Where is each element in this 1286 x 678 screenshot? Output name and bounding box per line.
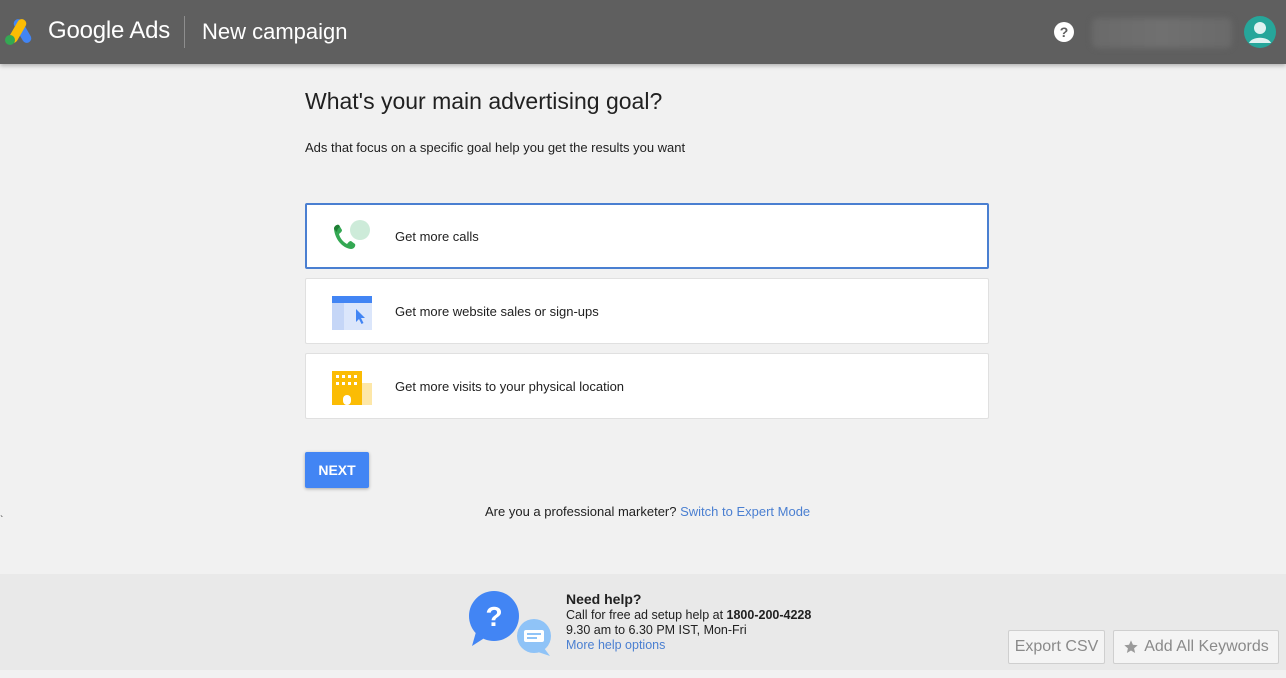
add-all-keywords-button[interactable]: Add All Keywords <box>1113 630 1279 664</box>
brand-name[interactable]: Google Ads <box>48 17 170 45</box>
help-chat-icon: ? <box>469 591 551 656</box>
google-ads-logo-icon[interactable] <box>4 18 36 46</box>
goal-option-store-visits[interactable]: Get more visits to your physical locatio… <box>305 353 989 419</box>
top-app-bar: Google Ads New campaign ? <box>0 0 1286 64</box>
export-csv-button[interactable]: Export CSV <box>1008 630 1105 664</box>
goal-option-calls[interactable]: Get more calls <box>305 203 989 269</box>
goal-subheading: Ads that focus on a specific goal help y… <box>305 140 686 155</box>
page-title: New campaign <box>202 19 348 44</box>
star-icon <box>1124 640 1138 653</box>
account-email-blurred[interactable] <box>1092 18 1232 48</box>
goal-label: Get more calls <box>395 229 479 244</box>
next-button[interactable]: NEXT <box>305 452 369 488</box>
help-phone-number: 1800-200-4228 <box>726 608 812 622</box>
stray-mark: ` <box>0 515 4 526</box>
svg-text:?: ? <box>1060 24 1069 40</box>
website-icon <box>332 296 372 330</box>
switch-to-expert-mode-link[interactable]: Switch to Expert Mode <box>680 504 810 519</box>
account-avatar-icon[interactable] <box>1244 16 1276 48</box>
storefront-icon <box>332 371 372 405</box>
call-help-text: Call for free ad setup help at <box>566 608 724 622</box>
help-circle-icon[interactable]: ? <box>1053 21 1075 43</box>
more-help-options-link[interactable]: More help options <box>566 638 665 652</box>
add-all-keywords-label: Add All Keywords <box>1144 638 1269 655</box>
help-hours: 9.30 am to 6.30 PM IST, Mon-Fri <box>566 623 747 637</box>
expert-mode-line: Are you a professional marketer? Switch … <box>485 504 810 519</box>
call-help-line: Call for free ad setup help at 1800-200-… <box>566 608 811 622</box>
phone-call-icon <box>334 220 370 249</box>
header-divider <box>184 16 185 48</box>
goal-option-website[interactable]: Get more website sales or sign-ups <box>305 278 989 344</box>
goal-label: Get more visits to your physical locatio… <box>395 379 625 394</box>
goal-heading: What's your main advertising goal? <box>305 88 663 114</box>
need-help-title: Need help? <box>566 591 642 607</box>
svg-text:?: ? <box>485 601 502 632</box>
goal-label: Get more website sales or sign-ups <box>395 304 599 319</box>
expert-prompt: Are you a professional marketer? <box>485 504 677 519</box>
export-csv-label: Export CSV <box>1014 638 1099 655</box>
